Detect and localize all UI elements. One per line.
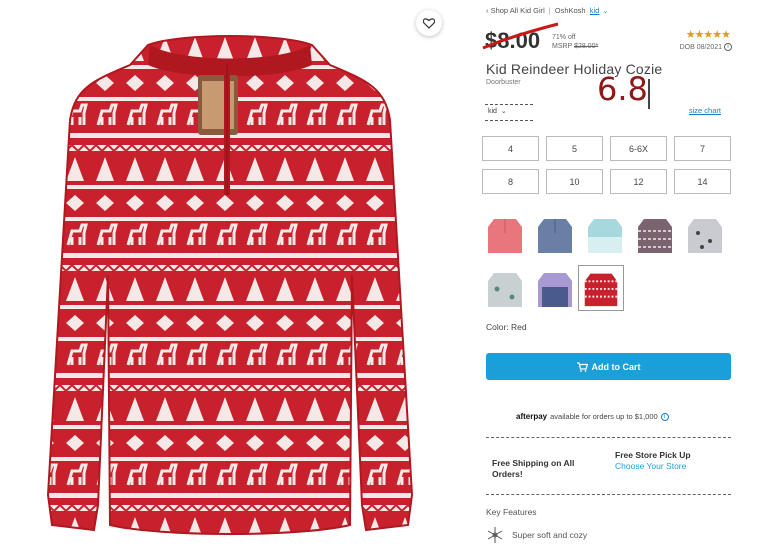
store-pickup-label: Free Store Pick Up [615, 450, 691, 460]
swatch-navy[interactable] [532, 211, 578, 257]
swatch-aqua[interactable] [582, 211, 628, 257]
feature-text: Super soft and cozy [512, 530, 588, 540]
handwritten-annotation: 6.8 [597, 70, 648, 108]
heart-icon [423, 17, 435, 29]
size-option[interactable]: 7 [674, 136, 731, 161]
cart-icon [576, 361, 588, 372]
size-option[interactable]: 6-6X [610, 136, 667, 161]
size-option[interactable]: 10 [546, 169, 603, 194]
size-option[interactable]: 12 [610, 169, 667, 194]
product-page: ‹ Shop All Kid Girl | OshKosh kid ⌄ $8.00 7… [0, 0, 768, 555]
msrp-label: MSRP [552, 43, 573, 50]
choose-store-link[interactable]: Choose Your Store [615, 461, 691, 472]
swatch-red-reindeer[interactable] [578, 265, 624, 311]
dob-date: DOB 08/2021 i [680, 43, 732, 51]
breadcrumb-brand-link[interactable]: OshKosh [555, 6, 586, 15]
breadcrumb-segment-dropdown[interactable]: kid [590, 6, 600, 15]
afterpay-notice: afterpay available for orders up to $1,0… [516, 412, 669, 421]
chevron-down-icon: ⌄ [602, 8, 609, 15]
size-group-value: kid [488, 108, 497, 115]
product-image [30, 25, 430, 545]
size-group-select[interactable]: kid ⌄ [485, 104, 533, 121]
breadcrumb-separator: | [548, 6, 551, 15]
swatch-fairisle-purple[interactable] [632, 211, 678, 257]
divider [486, 494, 731, 495]
swatch-lavender-navy[interactable] [532, 265, 578, 311]
info-icon[interactable]: i [660, 412, 669, 421]
swatch-pink[interactable] [482, 211, 528, 257]
swatch-dino-print[interactable] [482, 265, 528, 311]
rating-stars[interactable]: ★★★★★ [686, 28, 731, 41]
price-strikethrough-mark [482, 22, 559, 50]
discount-info: 71% off MSRP $28.00* [552, 33, 598, 51]
dob-text: DOB 08/2021 [679, 43, 722, 51]
free-shipping-text: Free Shipping on All Orders! [492, 458, 575, 479]
selected-color-label: Color: Red [486, 322, 527, 332]
breadcrumb-back-link[interactable]: ‹ Shop All Kid Girl [486, 6, 545, 15]
size-options: 4 5 6-6X 7 8 10 12 14 [482, 136, 732, 194]
chevron-down-icon: ⌄ [500, 108, 507, 115]
key-features-heading: Key Features [486, 507, 537, 517]
wishlist-button[interactable] [416, 10, 442, 36]
swatch-grey-print[interactable] [682, 211, 728, 257]
text-cursor [648, 79, 650, 109]
info-icon[interactable]: i [724, 43, 732, 51]
product-info-panel: ‹ Shop All Kid Girl | OshKosh kid ⌄ $8.00 7… [482, 0, 734, 555]
msrp-value: $28.00* [574, 43, 599, 50]
add-to-cart-label: Add to Cart [591, 361, 641, 372]
afterpay-logo: afterpay [516, 412, 548, 421]
size-option[interactable]: 14 [674, 169, 731, 194]
percent-off: 71% off [552, 34, 576, 41]
size-chart-link[interactable]: size chart [689, 106, 721, 115]
snowflake-icon [487, 527, 503, 543]
afterpay-text: available for orders up to $1,000 [550, 412, 658, 421]
add-to-cart-button[interactable]: Add to Cart [486, 353, 731, 380]
divider [486, 437, 731, 438]
size-option[interactable]: 5 [546, 136, 603, 161]
breadcrumb: ‹ Shop All Kid Girl | OshKosh kid ⌄ [486, 6, 608, 15]
feature-item: Super soft and cozy [486, 526, 587, 544]
size-option[interactable]: 8 [482, 169, 539, 194]
product-subtitle: Doorbuster [486, 79, 521, 86]
size-option[interactable]: 4 [482, 136, 539, 161]
store-pickup: Free Store Pick Up Choose Your Store [615, 450, 691, 472]
